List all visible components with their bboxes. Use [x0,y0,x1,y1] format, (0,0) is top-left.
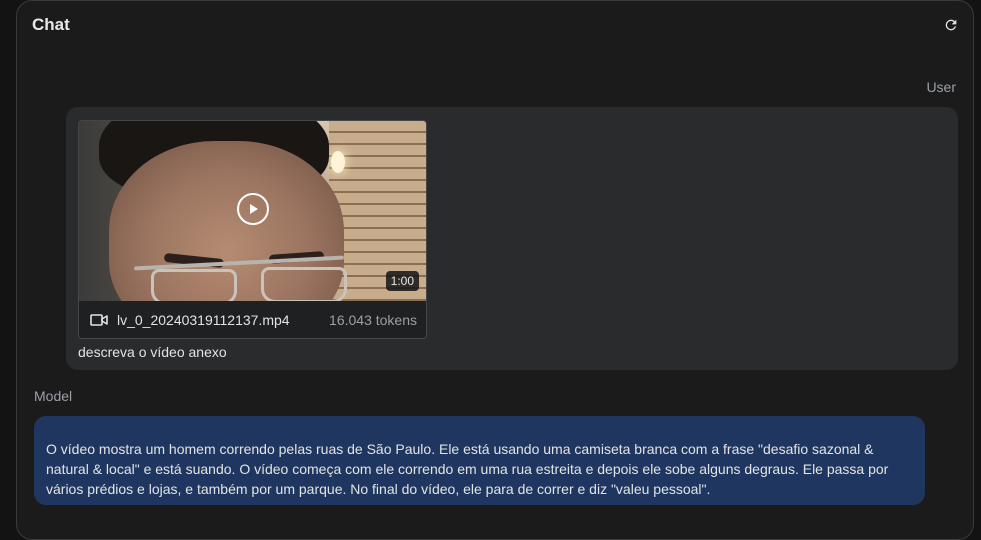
file-name: lv_0_20240319112137.mp4 [117,311,290,328]
model-message-bubble: O vídeo mostra um homem correndo pelas r… [34,416,925,505]
user-role-label: User [926,79,956,95]
refresh-button[interactable] [941,15,961,35]
token-count: 16.043 tokens [329,311,417,328]
video-thumbnail[interactable]: 1:00 [79,121,426,301]
video-duration: 1:00 [385,271,419,291]
model-message-text: O vídeo mostra um homem correndo pelas r… [46,441,889,497]
video-icon [90,311,108,329]
play-icon [250,204,258,214]
video-attachment[interactable]: 1:00 lv_0_20240319112137.mp4 16.043 toke… [78,120,427,339]
panel-title: Chat [32,15,70,34]
model-role-label: Model [34,388,73,404]
play-button[interactable] [237,193,269,225]
chat-panel: Chat User 1:00 lv_0_20240319112137.mp4 1… [16,0,974,540]
file-info-row: lv_0_20240319112137.mp4 16.043 tokens [79,301,426,338]
user-message-text: descreva o vídeo anexo [78,344,227,360]
refresh-icon [945,19,957,31]
user-message-bubble: 1:00 lv_0_20240319112137.mp4 16.043 toke… [66,107,958,370]
